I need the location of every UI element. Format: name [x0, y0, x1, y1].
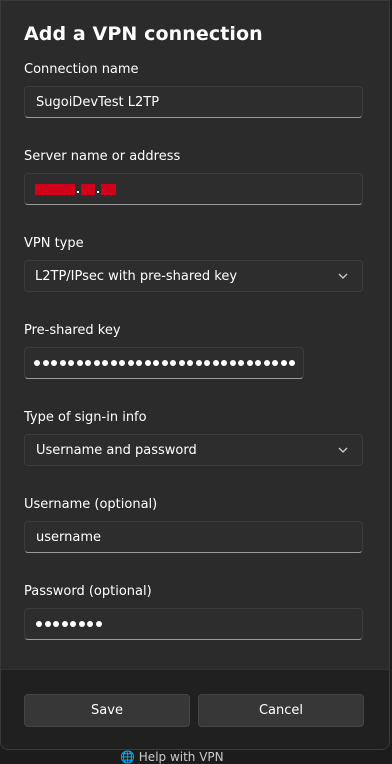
- mask-dot: [170, 360, 176, 366]
- vpn-type-dropdown[interactable]: L2TP/IPsec with pre-shared key: [24, 260, 363, 292]
- server-address-redacted-value: [35, 183, 118, 195]
- mask-dot: [272, 360, 278, 366]
- mask-dot: [221, 360, 227, 366]
- mask-dot: [127, 360, 134, 366]
- mask-dot: [42, 360, 49, 366]
- mask-dot: [246, 360, 253, 366]
- password-masked-value: [36, 621, 104, 627]
- mask-dot: [255, 360, 261, 366]
- save-button[interactable]: Save: [24, 694, 190, 727]
- mask-dot: [178, 360, 185, 366]
- mask-dot: [87, 621, 93, 627]
- mask-dot: [93, 360, 100, 366]
- mask-dot: [119, 360, 125, 366]
- mask-dot: [36, 621, 42, 627]
- mask-dot: [144, 360, 151, 366]
- mask-dot: [70, 621, 76, 627]
- mask-dot: [204, 360, 210, 366]
- connection-name-label: Connection name: [24, 62, 139, 77]
- mask-dot: [238, 360, 244, 366]
- chevron-down-icon: [338, 273, 348, 279]
- mask-dot: [136, 360, 142, 366]
- password-input[interactable]: [24, 608, 363, 640]
- sign-in-type-dropdown[interactable]: Username and password: [24, 434, 363, 466]
- server-address-input[interactable]: [24, 173, 363, 205]
- dialog-title: Add a VPN connection: [24, 23, 263, 45]
- pre-shared-key-label: Pre-shared key: [24, 323, 121, 338]
- mask-dot: [95, 621, 102, 627]
- sign-in-type-selected: Username and password: [36, 442, 197, 458]
- mask-dot: [187, 360, 193, 366]
- chevron-down-icon: [338, 447, 348, 453]
- password-label: Password (optional): [24, 584, 152, 599]
- mask-dot: [78, 621, 85, 627]
- username-label: Username (optional): [24, 497, 158, 512]
- mask-dot: [102, 360, 108, 366]
- mask-dot: [289, 360, 295, 366]
- pre-shared-key-masked-value: [34, 360, 298, 366]
- username-input[interactable]: username: [24, 521, 363, 553]
- mask-dot: [161, 360, 168, 366]
- username-value: username: [36, 529, 101, 545]
- connection-name-value: SugoiDevTest L2TP: [36, 94, 160, 110]
- mask-dot: [85, 360, 91, 366]
- server-address-label: Server name or address: [24, 149, 181, 164]
- pre-shared-key-input[interactable]: [24, 347, 304, 379]
- mask-dot: [263, 360, 270, 366]
- mask-dot: [212, 360, 219, 366]
- mask-dot: [280, 360, 287, 366]
- connection-name-input[interactable]: SugoiDevTest L2TP: [24, 86, 363, 118]
- mask-dot: [76, 360, 83, 366]
- mask-dot: [195, 360, 202, 366]
- background-help-label: Help with VPN: [138, 750, 224, 764]
- sign-in-type-label: Type of sign-in info: [24, 410, 147, 425]
- mask-dot: [68, 360, 74, 366]
- mask-dot: [44, 621, 51, 627]
- mask-dot: [229, 360, 236, 366]
- globe-icon: 🌐: [120, 750, 135, 764]
- mask-dot: [53, 621, 59, 627]
- vpn-type-selected: L2TP/IPsec with pre-shared key: [35, 268, 238, 284]
- add-vpn-dialog: Add a VPN connection Connection name Sug…: [0, 0, 390, 750]
- vpn-type-label: VPN type: [24, 236, 84, 251]
- background-help-with-vpn: 🌐 Help with VPN: [120, 750, 224, 764]
- mask-dot: [61, 621, 68, 627]
- mask-dot: [51, 360, 57, 366]
- mask-dot: [110, 360, 117, 366]
- mask-dot: [34, 360, 40, 366]
- mask-dot: [153, 360, 159, 366]
- cancel-button[interactable]: Cancel: [198, 694, 364, 727]
- mask-dot: [59, 360, 66, 366]
